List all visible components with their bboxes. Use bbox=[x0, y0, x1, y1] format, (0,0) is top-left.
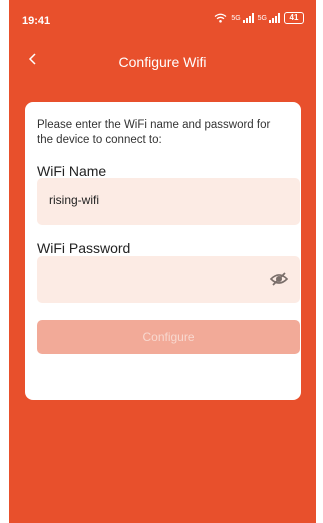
wifi-password-field[interactable] bbox=[37, 256, 300, 303]
signal-icon bbox=[242, 13, 254, 23]
network-type-label-2: 5G bbox=[257, 14, 267, 22]
eye-off-icon[interactable] bbox=[269, 269, 289, 289]
page-title: Configure Wifi bbox=[118, 54, 207, 70]
wifi-name-label: WiFi Name bbox=[37, 163, 107, 179]
status-bar: 19:41 5G 5G 41 bbox=[9, 0, 316, 40]
wifi-name-field[interactable]: rising-wifi bbox=[37, 178, 300, 225]
instructions-text: Please enter the WiFi name and password … bbox=[37, 119, 271, 146]
status-time: 19:41 bbox=[22, 15, 51, 27]
signal-icon bbox=[269, 13, 280, 23]
status-icons: 5G 5G 41 bbox=[214, 12, 304, 24]
network-type-label-1: 5G bbox=[231, 14, 241, 22]
wifi-password-label: WiFi Password bbox=[37, 240, 131, 256]
wifi-name-value: rising-wifi bbox=[49, 193, 100, 207]
nav-bar: Configure Wifi bbox=[9, 45, 316, 79]
battery-icon: 41 bbox=[284, 12, 304, 24]
wifi-config-card: Please enter the WiFi name and password … bbox=[25, 102, 301, 400]
app-screen: 19:41 5G 5G 41 Configure Wifi Please ent… bbox=[9, 0, 316, 523]
configure-button[interactable]: Configure bbox=[37, 320, 300, 354]
wifi-icon bbox=[214, 13, 227, 23]
